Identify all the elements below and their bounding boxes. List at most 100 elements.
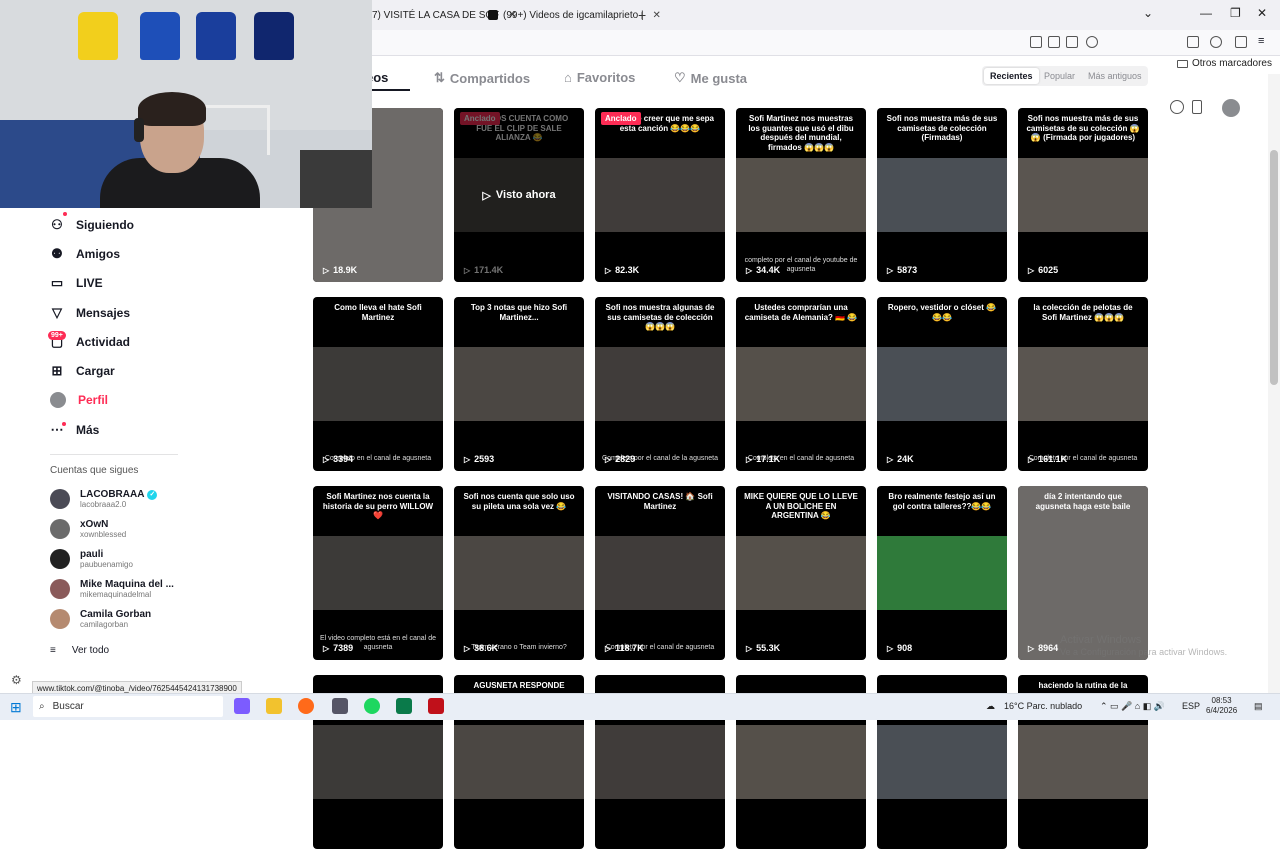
maximize-icon[interactable]: ❐ — [1230, 6, 1241, 20]
weather-text[interactable]: 16°C Parc. nublado — [1004, 701, 1082, 711]
spotify-icon[interactable] — [364, 698, 380, 714]
taskbar-search-label: Buscar — [52, 701, 84, 712]
video-card[interactable]: la colección de pelotas de Sofi Martinez… — [1018, 297, 1148, 471]
play-icon: ▷ — [482, 189, 491, 202]
video-card[interactable]: Sofi nos muestra más de sus camisetas de… — [1018, 108, 1148, 282]
video-card[interactable]: MIKE QUIERE QUE LO LLEVE A UN BOLICHE EN… — [736, 486, 866, 660]
phone-icon[interactable] — [1192, 100, 1202, 114]
download-icon[interactable] — [1048, 36, 1060, 48]
video-card[interactable]: Sofi nos muestra algunas de sus camiseta… — [595, 297, 725, 471]
account-username: paubuenamigo — [80, 560, 133, 569]
video-card[interactable]: Sofi Martinez nos cuenta la historia de … — [313, 486, 443, 660]
account-icon[interactable] — [1210, 36, 1222, 48]
play-icon: ▷ — [605, 265, 612, 275]
view-count-value: 34.4K — [756, 265, 781, 275]
sidebar-divider — [50, 454, 178, 455]
video-card[interactable]: Ropero, vestidor o clóset 😂😂😂 ▷ 24K — [877, 297, 1007, 471]
video-card[interactable]: VISITANDO CASAS! 🏠 Sofi Martinez Completo… — [595, 486, 725, 660]
view-count-value: 118.7K — [615, 643, 644, 653]
followed-account[interactable]: Mike Maquina del ... mikemaquinadelmal — [50, 579, 174, 599]
followed-account[interactable]: pauli paubuenamigo — [50, 549, 133, 569]
sidebar-item-following[interactable]: ⚇ Siguiendo — [50, 215, 134, 235]
play-icon: ▷ — [887, 265, 894, 275]
video-thumbnail — [595, 725, 725, 799]
copilot-icon[interactable] — [234, 698, 250, 714]
tab-shared[interactable]: ⇅ Compartidos — [434, 70, 530, 86]
app-icon-2[interactable] — [396, 698, 412, 714]
translate-icon[interactable] — [1066, 36, 1078, 48]
tab-liked[interactable]: ♡ Me gusta — [674, 70, 747, 86]
minimize-icon[interactable]: — — [1200, 6, 1212, 20]
new-tab-button[interactable]: + — [638, 7, 646, 23]
video-caption: Sofi nos muestra más de sus camisetas de… — [886, 114, 998, 143]
screenshot-icon[interactable] — [1030, 36, 1042, 48]
video-card[interactable]: Top 3 notas que hizo Sofi Martinez... ▷ 25… — [454, 297, 584, 471]
tab-favorites[interactable]: ⌂ Favoritos — [564, 70, 635, 85]
video-thumbnail — [313, 536, 443, 610]
video-caption: Sofi nos muestra algunas de sus camiseta… — [605, 303, 715, 332]
weather-icon[interactable]: ☁ — [986, 701, 995, 712]
tray-icons[interactable]: ⌃ ▭ 🎤 ⌂ ◧ 🔊 — [1100, 701, 1165, 712]
play-icon: ▷ — [605, 643, 612, 653]
followed-account[interactable]: LACOBRAAA ✓ lacobraaa2.0 — [50, 489, 158, 509]
avatar — [50, 519, 70, 539]
app-icon-3[interactable] — [428, 698, 444, 714]
extensions-icon[interactable] — [1235, 36, 1247, 48]
play-icon: ▷ — [464, 454, 471, 464]
video-caption: Top 3 notas que hizo Sofi Martinez... — [470, 303, 568, 322]
video-thumbnail — [1018, 158, 1148, 232]
compass-icon[interactable] — [1170, 100, 1184, 114]
windows-activation-watermark: Activar Windows Ve a Configuración para … — [1060, 634, 1227, 658]
notifications-icon[interactable]: ▤ — [1254, 701, 1263, 712]
video-card[interactable]: Sofi nos cuenta que solo uso su pileta u… — [454, 486, 584, 660]
message-icon: ▽ — [52, 305, 62, 320]
clock[interactable]: 08:53 6/4/2026 — [1206, 696, 1237, 717]
firefox-icon[interactable] — [298, 698, 314, 714]
jersey-blue-3 — [254, 12, 294, 60]
sidebar-item-more[interactable]: ⋯ Más — [50, 420, 100, 440]
windows-start-icon[interactable]: ⊞ — [10, 699, 22, 716]
sidebar-item-profile[interactable]: Perfil — [50, 390, 108, 410]
account-name: Mike Maquina del ... — [80, 579, 174, 590]
video-card[interactable]: Ustedes comprarían una camiseta de Alema… — [736, 297, 866, 471]
sidebar-item-upload[interactable]: ⊞ Cargar — [50, 361, 115, 381]
video-card[interactable]: Bro realmente festejo así un gol contra … — [877, 486, 1007, 660]
view-count-value: 2593 — [474, 454, 495, 464]
language-indicator[interactable]: ESP — [1182, 701, 1200, 711]
video-card[interactable]: URA NOS CUENTA COMO FUE EL CLIP DE SALE … — [454, 108, 584, 282]
close-window-icon[interactable]: ✕ — [1257, 6, 1267, 20]
video-card[interactable]: no puede creer que me sepa esta canción … — [595, 108, 725, 282]
video-caption: Bro realmente festejo así un gol contra … — [888, 492, 996, 511]
other-bookmarks[interactable]: Otros marcadores — [1176, 58, 1272, 69]
taskbar-search[interactable]: ⌕ Buscar — [33, 696, 223, 717]
sort-popular[interactable]: Popular — [1038, 68, 1081, 84]
tab-list-chevron-icon[interactable]: ⌄ — [1143, 6, 1153, 20]
sidebar-item-live[interactable]: ▭ LIVE — [50, 273, 103, 293]
sidebar-item-friends[interactable]: ⚉ Amigos — [50, 244, 120, 264]
gear-icon[interactable]: ⚙ — [11, 673, 22, 687]
file-explorer-icon[interactable] — [266, 698, 282, 714]
sidebar-item-messages[interactable]: ▽ Mensajes — [50, 303, 130, 323]
scrollbar-thumb[interactable] — [1270, 150, 1278, 385]
view-count: ▷ 2829 — [605, 454, 635, 464]
video-card[interactable]: Como lleva el hate Sofi Martinez Completo… — [313, 297, 443, 471]
followed-account[interactable]: xOwN xownblessed — [50, 519, 126, 539]
video-thumbnail — [736, 158, 866, 232]
tiktok-favicon-icon — [488, 10, 498, 20]
video-card[interactable]: Sofi Martinez nos muestras los guantes q… — [736, 108, 866, 282]
bookmark-star-icon[interactable] — [1086, 36, 1098, 48]
avatar[interactable] — [1222, 99, 1240, 117]
play-icon: ▷ — [323, 454, 330, 464]
tab-close-icon-2[interactable]: ✕ — [653, 10, 661, 21]
account-username: camilagorban — [80, 620, 129, 629]
webcam-overlay — [0, 0, 372, 208]
webcam-chair — [300, 150, 372, 208]
library-icon[interactable] — [1187, 36, 1199, 48]
menu-icon[interactable]: ≡ — [1258, 36, 1270, 48]
sort-recent[interactable]: Recientes — [984, 68, 1039, 84]
see-all-button[interactable]: ≡ Ver todo — [50, 645, 109, 656]
app-icon[interactable] — [332, 698, 348, 714]
followed-account[interactable]: Camila Gorban camilagorban — [50, 609, 151, 629]
video-card[interactable]: Sofi nos muestra más de sus camisetas de… — [877, 108, 1007, 282]
sort-oldest[interactable]: Más antiguos — [1082, 68, 1148, 84]
